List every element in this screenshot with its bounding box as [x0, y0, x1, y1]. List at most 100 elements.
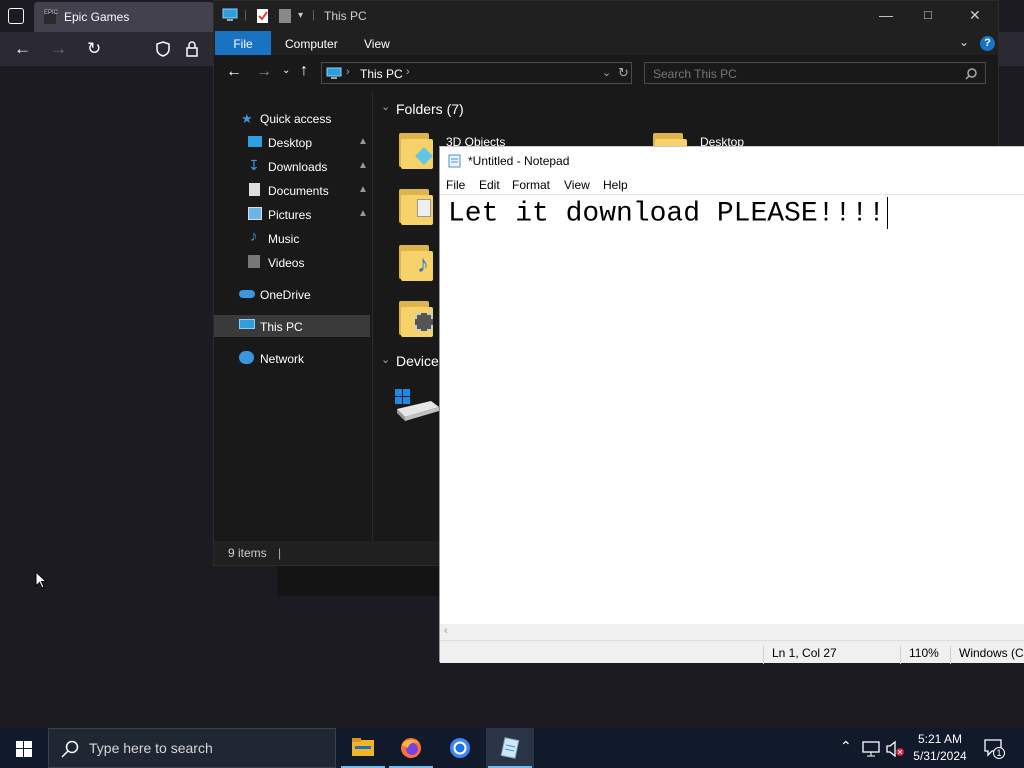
collapse-chevron-icon[interactable]: ⌄: [381, 100, 390, 113]
nav-pictures[interactable]: Pictures ▲: [214, 203, 370, 225]
pin-icon[interactable]: ▲: [358, 136, 368, 147]
this-pc-icon: [326, 67, 342, 79]
notepad-menubar: File Edit Format View Help: [440, 175, 1024, 195]
breadcrumb-chevron-icon-2[interactable]: ›: [406, 66, 410, 78]
nav-onedrive[interactable]: OneDrive: [214, 283, 370, 305]
menu-view[interactable]: View: [564, 178, 590, 192]
browser-tab-epic-games[interactable]: EPIC Epic Games: [34, 2, 214, 32]
back-arrow-icon[interactable]: ←: [14, 40, 31, 58]
reload-icon[interactable]: ↻: [87, 40, 101, 58]
menu-edit[interactable]: Edit: [479, 178, 500, 192]
forward-arrow-icon[interactable]: →: [50, 40, 67, 58]
up-arrow-icon[interactable]: ↑: [300, 62, 308, 80]
this-pc-icon: [239, 319, 255, 329]
nav-music[interactable]: ♪ Music: [214, 227, 370, 249]
videos-folder-icon[interactable]: [399, 297, 435, 337]
explorer-title: This PC: [324, 9, 367, 23]
explorer-address-row: ← → ⌄ ↑ › This PC › ⌄ ↻ Search This PC: [214, 55, 998, 91]
minimize-icon[interactable]: —: [879, 7, 893, 23]
documents-folder-icon[interactable]: [399, 185, 435, 225]
nav-label: This PC: [260, 320, 303, 334]
notepad-icon: [448, 154, 461, 168]
page-dark-block: [277, 566, 439, 596]
new-folder-icon[interactable]: [279, 8, 292, 24]
nav-label: Quick access: [260, 112, 332, 126]
notepad-text-area[interactable]: Let it download PLEASE!!!!: [440, 195, 1024, 629]
taskbar: Type here to search ⌃ 5:21 AM 5/31/2024 …: [0, 728, 1024, 768]
lock-icon[interactable]: [185, 41, 199, 57]
horizontal-scrollbar[interactable]: ‹: [440, 624, 1024, 640]
notepad-content: Let it download PLEASE!!!!: [448, 198, 885, 230]
tracking-shield-icon[interactable]: [156, 41, 170, 57]
network-icon: [239, 351, 254, 364]
music-folder-icon[interactable]: ♪: [399, 241, 435, 281]
menu-format[interactable]: Format: [512, 178, 550, 192]
search-input[interactable]: Search This PC: [644, 62, 986, 84]
download-arrow-icon: ↧: [248, 157, 260, 173]
taskbar-chrome[interactable]: [435, 728, 483, 768]
nav-label: Pictures: [268, 208, 312, 222]
notepad-window: *Untitled - Notepad File Edit Format Vie…: [439, 146, 1024, 664]
nav-label: Music: [268, 232, 300, 246]
nav-label: Desktop: [268, 136, 313, 150]
properties-icon[interactable]: [256, 8, 270, 24]
nav-label: Videos: [268, 256, 305, 270]
windows-logo-icon: [16, 741, 32, 757]
cursor-position: Ln 1, Col 27: [763, 646, 837, 664]
nav-quick-access[interactable]: ★ Quick access: [214, 107, 370, 129]
menu-file[interactable]: File: [446, 178, 465, 192]
tab-list-icon[interactable]: [8, 8, 24, 24]
breadcrumb[interactable]: This PC: [360, 67, 403, 81]
explorer-ribbon: File Computer View ⌄ ?: [214, 31, 998, 55]
nav-label: Network: [260, 352, 305, 366]
collapse-chevron-icon-2[interactable]: ⌄: [381, 353, 390, 366]
titlebar-separator-2: |: [312, 9, 315, 21]
start-button[interactable]: [0, 728, 48, 768]
devices-header: Device: [396, 353, 439, 369]
back-arrow-icon[interactable]: ←: [226, 63, 242, 81]
clock[interactable]: 5:21 AM 5/31/2024: [912, 728, 968, 768]
nav-desktop[interactable]: Desktop ▲: [214, 131, 370, 153]
ribbon-tab-view[interactable]: View: [364, 31, 390, 55]
3d-objects-folder-icon[interactable]: [399, 129, 435, 169]
taskbar-search-box[interactable]: Type here to search: [48, 728, 336, 768]
network-icon[interactable]: [862, 741, 880, 757]
menu-help[interactable]: Help: [603, 178, 628, 192]
help-icon[interactable]: ?: [980, 36, 995, 51]
pin-icon[interactable]: ▲: [358, 160, 368, 171]
ribbon-tab-computer[interactable]: Computer: [285, 31, 338, 55]
address-bar[interactable]: › This PC › ⌄ ↻: [321, 62, 632, 84]
notepad-titlebar[interactable]: *Untitled - Notepad: [440, 147, 1024, 175]
nav-this-pc[interactable]: This PC: [214, 315, 370, 337]
scroll-left-icon[interactable]: ‹: [444, 625, 448, 637]
address-dropdown-icon[interactable]: ⌄: [602, 66, 611, 79]
taskbar-file-explorer[interactable]: [339, 728, 387, 768]
ribbon-tab-file[interactable]: File: [215, 31, 271, 55]
close-icon[interactable]: ✕: [969, 7, 981, 24]
forward-arrow-icon[interactable]: →: [256, 63, 272, 81]
zoom-level: 110%: [900, 646, 939, 664]
explorer-titlebar[interactable]: | ▾ | This PC — □ ✕: [214, 1, 998, 31]
pin-icon[interactable]: ▲: [358, 208, 368, 219]
taskbar-search-placeholder: Type here to search: [89, 740, 213, 756]
epic-games-favicon-icon: EPIC: [44, 10, 58, 24]
nav-network[interactable]: Network: [214, 347, 370, 369]
volume-muted-icon[interactable]: [885, 740, 905, 758]
nav-videos[interactable]: Videos: [214, 251, 370, 273]
show-hidden-icons-chevron-icon[interactable]: ⌃: [840, 738, 852, 768]
action-center-button[interactable]: 1: [980, 728, 1010, 768]
refresh-icon[interactable]: ↻: [618, 65, 629, 81]
breadcrumb-chevron-icon[interactable]: ›: [346, 66, 350, 78]
pin-icon[interactable]: ▲: [358, 184, 368, 195]
search-icon: [965, 68, 977, 80]
taskbar-notepad[interactable]: [486, 728, 534, 768]
taskbar-firefox[interactable]: [387, 728, 435, 768]
maximize-icon[interactable]: □: [924, 7, 932, 22]
recent-locations-icon[interactable]: ⌄: [282, 65, 290, 76]
customize-toolbar-icon[interactable]: ▾: [298, 10, 303, 21]
nav-downloads[interactable]: ↧ Downloads ▲: [214, 155, 370, 177]
nav-documents[interactable]: Documents ▲: [214, 179, 370, 201]
file-explorer-icon: [352, 738, 374, 756]
local-disk-icon[interactable]: [395, 389, 439, 423]
expand-ribbon-icon[interactable]: ⌄: [959, 35, 969, 49]
